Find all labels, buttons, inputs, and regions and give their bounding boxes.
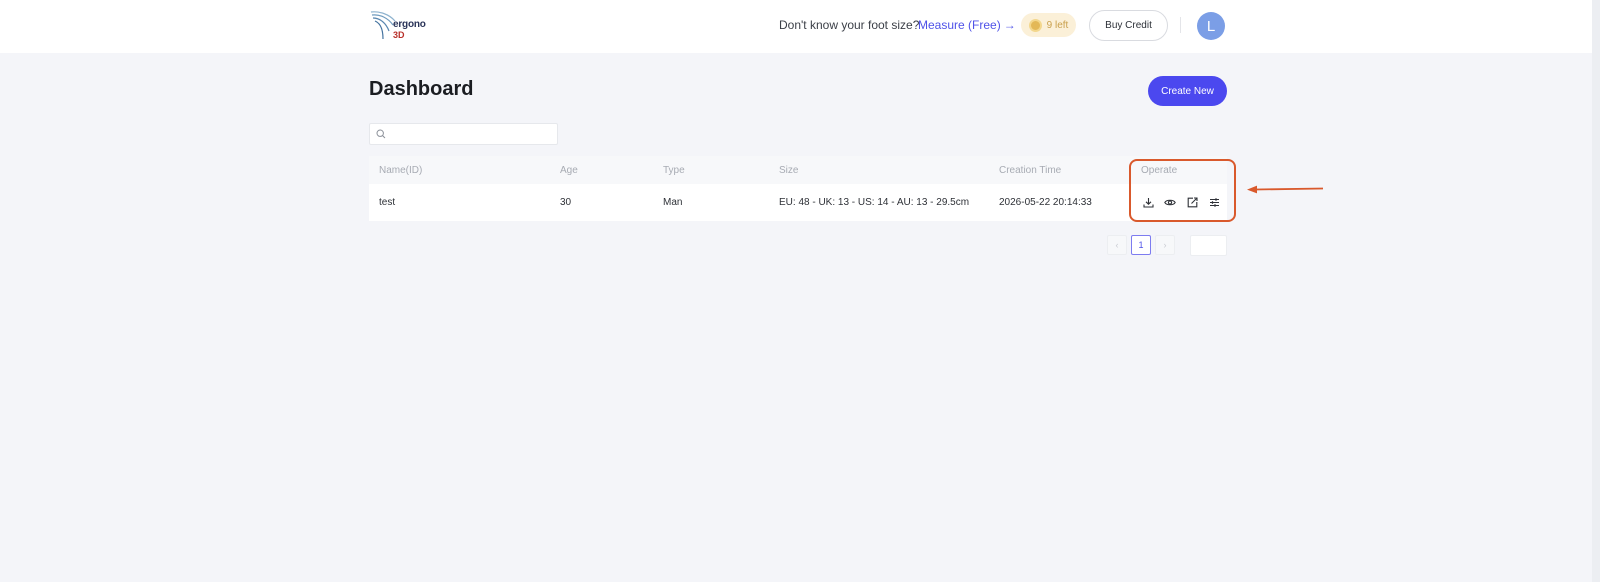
top-header: ergono 3D Don't know your foot size? Mea… [0, 0, 1592, 53]
search-icon [376, 129, 386, 139]
page-size-select[interactable] [1190, 235, 1227, 256]
credits-left-text: 9 left [1046, 19, 1069, 31]
page-title: Dashboard [369, 78, 474, 100]
logo-word: ergono [393, 19, 426, 30]
search-box[interactable] [369, 123, 558, 145]
adjust-icon[interactable] [1207, 196, 1221, 210]
table-row: test 30 Man EU: 48 - UK: 13 - US: 14 - A… [369, 184, 1227, 221]
user-avatar[interactable]: L [1197, 12, 1225, 40]
pagination: ‹ 1 › [1107, 235, 1175, 255]
column-header-age: Age [560, 164, 578, 176]
credits-badge: 9 left [1021, 13, 1076, 37]
cell-age: 30 [560, 197, 572, 208]
cell-creation-time: 2026-05-22 20:14:33 [999, 197, 1092, 208]
column-header-size: Size [779, 164, 799, 176]
export-icon[interactable] [1185, 196, 1199, 210]
cell-name: test [379, 197, 396, 208]
cell-size: EU: 48 - UK: 13 - US: 14 - AU: 13 - 29.5… [779, 197, 970, 208]
records-table: Name(ID) Age Type Size Creation Time Ope… [369, 156, 1227, 221]
page-scrollbar[interactable] [1592, 0, 1600, 582]
prev-page-button[interactable]: ‹ [1107, 235, 1127, 255]
download-icon[interactable] [1141, 196, 1155, 210]
row-operations [1141, 184, 1221, 221]
table-header: Name(ID) Age Type Size Creation Time Ope… [369, 156, 1227, 184]
column-header-creation-time: Creation Time [999, 164, 1062, 176]
column-header-name: Name(ID) [379, 164, 423, 176]
foot-size-question: Don't know your foot size? [779, 18, 920, 32]
create-new-button[interactable]: Create New [1148, 76, 1227, 106]
next-page-button[interactable]: › [1155, 235, 1175, 255]
header-divider [1180, 17, 1181, 33]
column-header-operate: Operate [1141, 164, 1178, 176]
page-number-button[interactable]: 1 [1131, 235, 1151, 255]
logo-suffix: 3D [393, 30, 405, 40]
arrow-right-icon: → [1003, 18, 1016, 32]
pointer-arrow-icon [1247, 185, 1324, 194]
buy-credit-button[interactable]: Buy Credit [1089, 10, 1168, 41]
measure-link-label: Measure (Free) [918, 18, 1001, 32]
search-input[interactable] [390, 125, 557, 143]
coin-icon [1028, 18, 1042, 32]
ergono-logo[interactable]: ergono 3D [369, 9, 431, 43]
view-icon[interactable] [1163, 196, 1177, 210]
column-header-type: Type [663, 164, 685, 176]
measure-link[interactable]: Measure (Free) → [918, 18, 1016, 32]
cell-type: Man [663, 197, 683, 208]
